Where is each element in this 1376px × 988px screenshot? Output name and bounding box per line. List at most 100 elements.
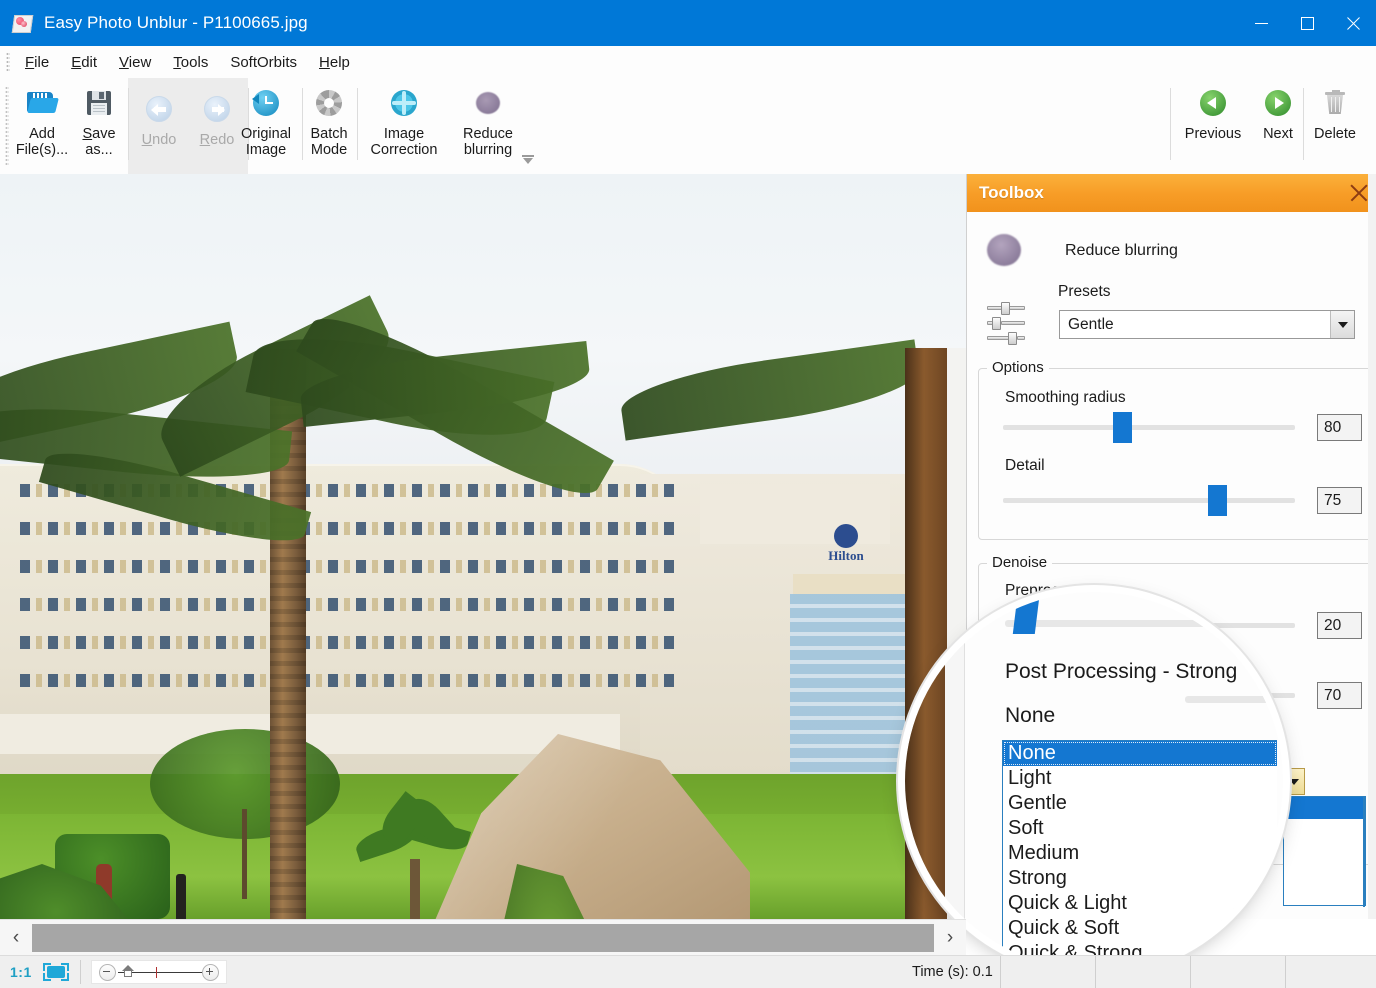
magnifier-lens: Post Processing - Strong None None Light…	[905, 592, 1283, 970]
magnified-photo-edge	[905, 592, 965, 970]
blur-ball-icon	[981, 230, 1027, 272]
original-image-button[interactable]: Original Image	[230, 78, 302, 166]
app-icon	[11, 14, 34, 33]
dropdown-option-medium[interactable]: Medium	[1003, 841, 1277, 866]
options-legend: Options	[987, 359, 1049, 376]
dropdown-selected-row[interactable]	[1284, 797, 1365, 819]
post-processing-current-value: None	[1005, 704, 1056, 727]
minimize-icon	[1254, 22, 1268, 24]
delete-button[interactable]: Delete	[1305, 78, 1365, 166]
status-cell-4	[1285, 956, 1376, 988]
image-correction-label: Image Correction	[370, 126, 438, 158]
chevron-left-icon[interactable]: ‹	[0, 920, 32, 956]
menu-item-view[interactable]: View	[108, 51, 162, 74]
canvas-horizontal-scrollbar[interactable]: ‹ ›	[0, 919, 966, 956]
chevron-right-icon[interactable]: ›	[934, 920, 966, 956]
zoom-ratio-label[interactable]: 1:1	[10, 964, 32, 980]
presets-label: Presets	[1058, 283, 1111, 300]
dropdown-option-gentle[interactable]: Gentle	[1003, 791, 1277, 816]
trash-icon	[1318, 86, 1352, 120]
processing-time-label: Time (s): 0.1	[912, 964, 993, 980]
image-correction-button[interactable]: Image Correction	[358, 78, 450, 166]
previous-button[interactable]: Previous	[1174, 78, 1252, 166]
smoothing-radius-thumb[interactable]	[1113, 412, 1132, 443]
photo-preview: Hilton 9	[0, 174, 966, 919]
minimize-button[interactable]	[1238, 0, 1284, 46]
postprocessing-value[interactable]: 70	[1317, 682, 1362, 709]
post-processing-dropdown-list[interactable]	[1283, 796, 1366, 907]
dropdown-option-quick-light[interactable]: Quick & Light	[1003, 891, 1277, 916]
window-controls	[1238, 0, 1376, 46]
toolbox-scrollbar[interactable]	[1368, 174, 1376, 919]
preprocessing-value[interactable]: 20	[1317, 612, 1362, 639]
next-button[interactable]: Next	[1252, 78, 1304, 166]
menu-bar: File Edit View Tools SoftOrbits Help	[0, 46, 1376, 78]
dropdown-option-light[interactable]: Light	[1003, 766, 1277, 791]
gear-icon	[312, 86, 346, 120]
status-cell-2	[1095, 956, 1190, 988]
reduce-blurring-button[interactable]: Reduce blurring	[450, 78, 526, 166]
open-folder-icon	[25, 86, 59, 120]
maximize-button[interactable]	[1284, 0, 1330, 46]
menu-item-softorbits[interactable]: SoftOrbits	[219, 51, 308, 74]
zoom-out-icon[interactable]	[98, 963, 116, 981]
active-tool-header: Reduce blurring	[981, 230, 1178, 272]
blur-ball-icon	[471, 86, 505, 120]
magnified-preprocessing-thumb	[1012, 598, 1040, 634]
smoothing-radius-value[interactable]: 80	[1317, 414, 1362, 441]
status-cells	[1000, 956, 1376, 988]
dropdown-option-strong[interactable]: Strong	[1003, 866, 1277, 891]
scrollbar-thumb[interactable]	[32, 924, 934, 952]
zoom-in-icon[interactable]	[201, 963, 219, 981]
fit-to-screen-icon[interactable]	[42, 963, 69, 981]
previous-label: Previous	[1184, 126, 1242, 142]
batch-mode-label: Batch Mode	[310, 126, 348, 158]
toolbar: Add File(s)... Save as... Undo Redo Orig…	[0, 78, 1376, 175]
detail-value[interactable]: 75	[1317, 487, 1362, 514]
magnified-preprocessing-track	[1005, 620, 1283, 627]
magnified-dropdown-list[interactable]: None Light Gentle Soft Medium Strong Qui…	[1002, 740, 1277, 970]
menu-item-help[interactable]: Help	[308, 51, 361, 74]
undo-label: Undo	[141, 132, 177, 148]
active-tool-name: Reduce blurring	[1065, 242, 1178, 259]
toolbox-title: Toolbox	[979, 183, 1044, 202]
undo-arrow-icon	[142, 92, 176, 126]
dropdown-scrollbar[interactable]	[1363, 797, 1365, 907]
caret-down-icon	[1289, 778, 1299, 785]
menu-item-edit[interactable]: Edit	[60, 51, 108, 74]
title-bar: Easy Photo Unblur - P1100665.jpg	[0, 0, 1376, 46]
menu-drag-grip[interactable]	[6, 52, 10, 72]
close-button[interactable]	[1330, 0, 1376, 46]
zoom-slider-widget[interactable]	[90, 960, 227, 984]
magnified-postprocessing-track	[1185, 696, 1283, 703]
image-canvas[interactable]: Hilton 9	[0, 174, 966, 919]
add-files-button[interactable]: Add File(s)...	[14, 78, 70, 166]
status-divider	[79, 960, 81, 984]
clock-history-icon	[249, 86, 283, 120]
smoothing-radius-label: Smoothing radius	[1005, 389, 1126, 406]
toolbox-close-icon[interactable]	[1349, 183, 1369, 203]
green-left-circle-icon	[1196, 86, 1230, 120]
flower-burst-icon	[387, 86, 421, 120]
dropdown-option-soft[interactable]: Soft	[1003, 816, 1277, 841]
status-bar: 1:1 Time (s): 0.1	[0, 955, 1376, 988]
caret-down-icon[interactable]	[1330, 311, 1354, 338]
presets-combobox[interactable]: Gentle	[1059, 310, 1355, 339]
post-processing-combobox[interactable]	[1283, 768, 1305, 795]
save-as-button[interactable]: Save as...	[70, 78, 128, 166]
smoothing-radius-slider[interactable]	[1003, 412, 1295, 443]
dropdown-option-none[interactable]: None	[1003, 741, 1277, 766]
home-icon[interactable]	[121, 965, 134, 978]
original-image-label: Original Image	[241, 126, 291, 158]
toolbar-drag-grip[interactable]	[5, 86, 9, 166]
dropdown-option-quick-soft[interactable]: Quick & Soft	[1003, 916, 1277, 941]
toolbar-expand-button[interactable]	[520, 154, 536, 166]
add-files-label: Add File(s)...	[15, 126, 69, 158]
menu-item-file[interactable]: File	[14, 51, 60, 74]
menu-item-tools[interactable]: Tools	[162, 51, 219, 74]
batch-mode-button[interactable]: Batch Mode	[303, 78, 355, 166]
undo-button[interactable]: Undo	[130, 78, 188, 166]
detail-slider[interactable]	[1003, 485, 1295, 516]
toolbox-header: Toolbox	[967, 174, 1376, 212]
detail-thumb[interactable]	[1208, 485, 1227, 516]
